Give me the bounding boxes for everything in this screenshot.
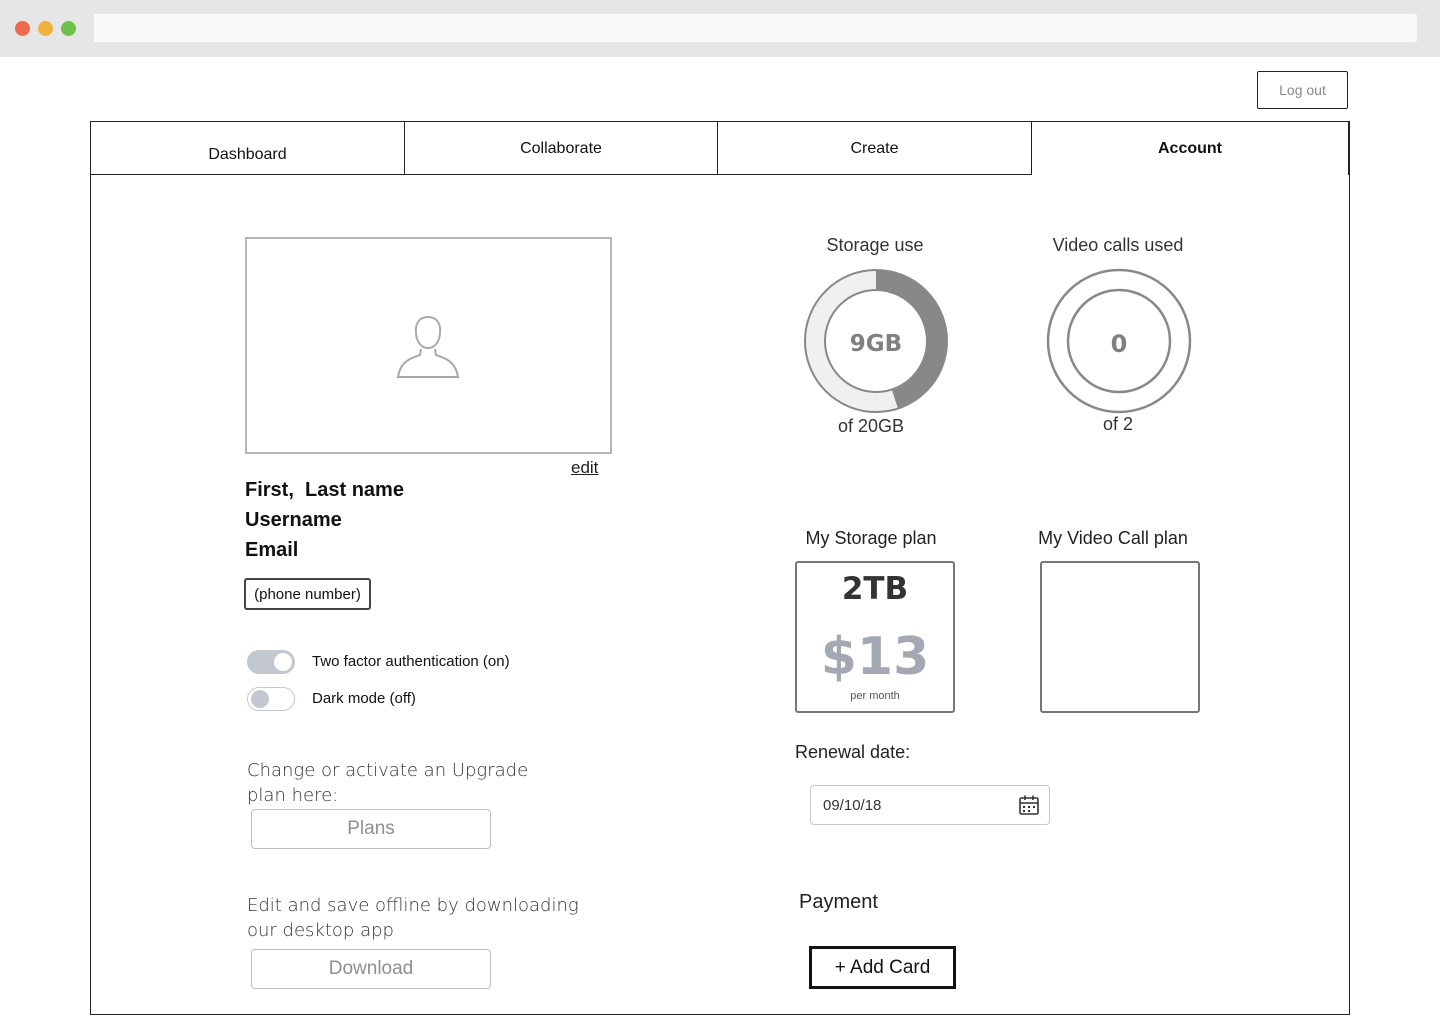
renewal-date-field[interactable]: 09/10/18: [810, 785, 1050, 825]
tab-label: Collaborate: [520, 140, 602, 157]
storage-title: Storage use: [826, 235, 924, 255]
download-text: Edit and save offline by downloading our…: [247, 895, 579, 941]
storage-gauge: 9GB: [804, 269, 948, 413]
maximize-window-dot[interactable]: [61, 21, 76, 36]
user-avatar-icon: [396, 315, 460, 378]
storage-value: 9GB: [850, 331, 902, 357]
video-plan-title: My Video Call plan: [1038, 528, 1188, 548]
full-name: First, Last name: [245, 479, 404, 501]
storage-plan-period: per month: [850, 690, 900, 702]
tab-label: Create: [850, 140, 899, 157]
upgrade-text: Change or activate an Upgrade plan here:: [247, 760, 529, 806]
renewal-date-value: 09/10/18: [823, 797, 882, 814]
email: Email: [245, 539, 299, 561]
tab-create[interactable]: Create: [717, 121, 1032, 175]
toggle-knob: [274, 653, 292, 671]
browser-chrome: [0, 0, 1440, 57]
tab-account[interactable]: Account: [1032, 121, 1349, 175]
toggle-knob: [251, 690, 269, 708]
address-bar[interactable]: [94, 14, 1417, 42]
dark-mode-toggle[interactable]: [247, 687, 295, 711]
tab-label: Dashboard: [208, 146, 287, 163]
video-calls-gauge: 0: [1046, 268, 1192, 414]
two-factor-label: Two factor authentication (on): [312, 653, 510, 670]
tab-dashboard[interactable]: Dashboard: [90, 121, 405, 175]
profile-photo: [245, 237, 612, 454]
close-window-dot[interactable]: [15, 21, 30, 36]
plans-button[interactable]: Plans: [251, 809, 491, 849]
storage-plan-card[interactable]: 2TB $13 per month: [795, 561, 955, 713]
calendar-icon[interactable]: [1018, 794, 1040, 816]
video-plan-card[interactable]: [1040, 561, 1200, 713]
storage-plan-title: My Storage plan: [805, 528, 937, 548]
download-button[interactable]: Download: [251, 949, 491, 989]
video-calls-title: Video calls used: [1052, 235, 1184, 255]
minimize-window-dot[interactable]: [38, 21, 53, 36]
tab-collaborate[interactable]: Collaborate: [404, 121, 718, 175]
edit-photo-link[interactable]: edit: [571, 458, 598, 478]
logout-button[interactable]: Log out: [1257, 71, 1348, 109]
video-calls-subtitle: of 2: [1102, 414, 1134, 434]
storage-subtitle: of 20GB: [837, 416, 905, 436]
username: Username: [245, 509, 342, 531]
payment-label: Payment: [799, 891, 878, 913]
tab-label: Account: [1158, 140, 1222, 157]
renewal-label: Renewal date:: [795, 742, 911, 762]
storage-plan-size: 2TB: [841, 571, 909, 607]
video-calls-value: 0: [1111, 330, 1128, 358]
dark-mode-label: Dark mode (off): [312, 690, 416, 707]
phone-number-field[interactable]: (phone number): [244, 578, 371, 610]
add-card-button[interactable]: + Add Card: [809, 946, 956, 989]
storage-plan-price: $13: [820, 627, 930, 687]
two-factor-toggle[interactable]: [247, 650, 295, 674]
